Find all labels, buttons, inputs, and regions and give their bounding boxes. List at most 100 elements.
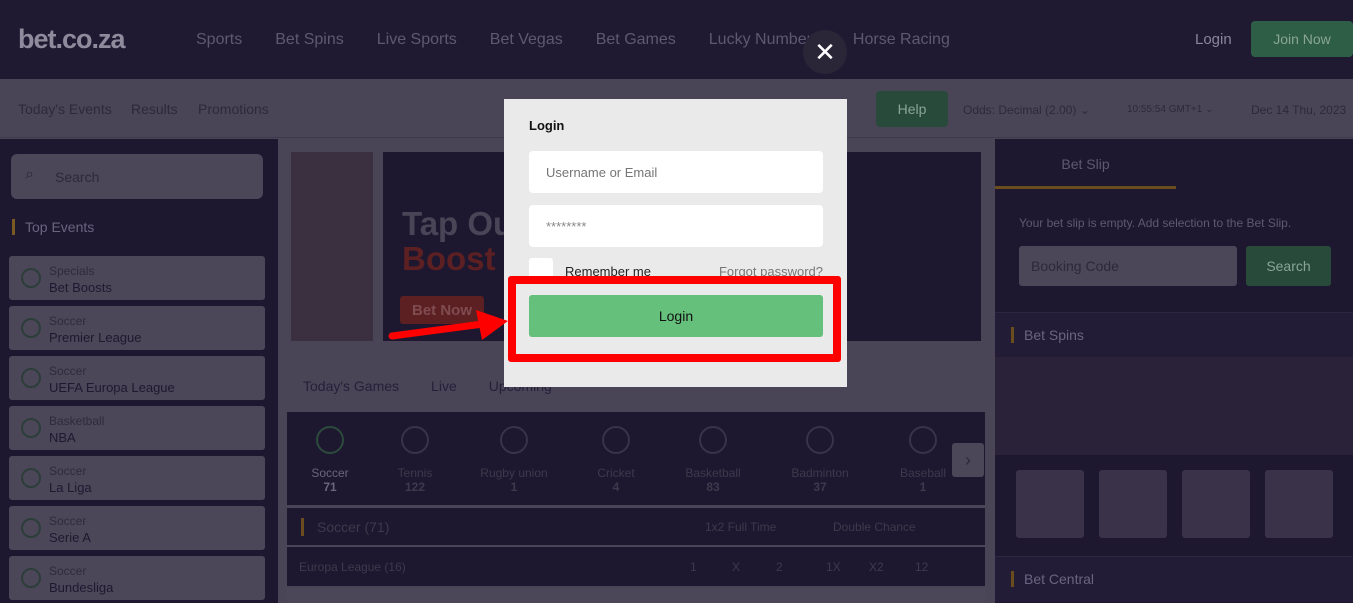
market-double-chance: Double Chance bbox=[833, 520, 916, 534]
booking-search-button[interactable]: Search bbox=[1246, 246, 1331, 286]
item-name: UEFA Europa League bbox=[49, 380, 175, 395]
banner-subtitle: Boost bbox=[402, 240, 496, 277]
game-tile[interactable] bbox=[1016, 470, 1084, 538]
sports-carousel: Soccer 71 Tennis 122 Rugby union 1 Cricket 4… bbox=[287, 412, 985, 505]
bet-central-section: Bet Central bbox=[995, 556, 1353, 602]
sidebar-item[interactable]: Specials Bet Boosts bbox=[9, 256, 265, 300]
item-category: Basketball bbox=[49, 414, 105, 428]
banner-soccer-player[interactable] bbox=[291, 152, 373, 341]
specials-icon bbox=[21, 268, 41, 288]
top-events-heading: Top Events bbox=[12, 219, 94, 235]
sidebar-item[interactable]: Soccer UEFA Europa League bbox=[9, 356, 265, 400]
market-1x2: 1x2 Full Time bbox=[705, 520, 777, 534]
item-category: Soccer bbox=[49, 364, 87, 378]
bet-spins-banner[interactable] bbox=[995, 357, 1353, 455]
bet-spins-section: Bet Spins bbox=[995, 312, 1353, 358]
soccer-icon bbox=[21, 468, 41, 488]
item-name: La Liga bbox=[49, 480, 92, 495]
soccer-icon bbox=[21, 518, 41, 538]
nav-sports[interactable]: Sports bbox=[196, 31, 242, 49]
game-tile[interactable] bbox=[1182, 470, 1250, 538]
sidebar-item[interactable]: Basketball NBA bbox=[9, 406, 265, 450]
sport-cricket[interactable]: Cricket 4 bbox=[571, 426, 661, 494]
bet-central-heading: Bet Central bbox=[1011, 571, 1094, 587]
chevron-right-icon[interactable]: › bbox=[952, 443, 984, 477]
header: bet.co.za Sports Bet Spins Live Sports B… bbox=[0, 0, 1353, 79]
header-login-link[interactable]: Login bbox=[1195, 31, 1232, 48]
item-name: Serie A bbox=[49, 530, 91, 545]
item-category: Soccer bbox=[49, 464, 87, 478]
item-category: Soccer bbox=[49, 564, 87, 578]
item-category: Soccer bbox=[49, 514, 87, 528]
col-header: X bbox=[732, 560, 741, 574]
col-header: 1X bbox=[826, 560, 841, 574]
item-category: Specials bbox=[49, 264, 95, 278]
sidebar-item[interactable]: Soccer Premier League bbox=[9, 306, 265, 350]
odds-select[interactable]: Odds: Decimal (2.00) ⌄ bbox=[963, 103, 1090, 117]
banner-title: Tap Ou bbox=[402, 205, 514, 242]
sport-rugby[interactable]: Rugby union 1 bbox=[469, 426, 559, 494]
sport-soccer[interactable]: Soccer 71 bbox=[285, 426, 375, 494]
nav-horse-racing[interactable]: Horse Racing bbox=[853, 31, 950, 49]
promotions-link[interactable]: Promotions bbox=[198, 101, 269, 117]
booking-code-input[interactable]: Booking Code bbox=[1019, 246, 1237, 286]
soccer-section-header: Soccer (71) 1x2 Full Time Double Chance bbox=[287, 508, 985, 545]
sport-badminton[interactable]: Badminton 37 bbox=[775, 426, 865, 494]
todays-events-link[interactable]: Today's Events bbox=[18, 101, 112, 117]
bet-spins-heading: Bet Spins bbox=[1011, 327, 1084, 343]
section-title: Soccer (71) bbox=[317, 519, 390, 535]
sport-tennis[interactable]: Tennis 122 bbox=[370, 426, 460, 494]
bet-slip-empty-text: Your bet slip is empty. Add selection to… bbox=[1019, 216, 1292, 230]
game-tile[interactable] bbox=[1099, 470, 1167, 538]
game-tile[interactable] bbox=[1265, 470, 1333, 538]
close-icon[interactable]: ✕ bbox=[803, 30, 847, 74]
sport-basketball[interactable]: Basketball 83 bbox=[668, 426, 758, 494]
login-button[interactable]: Login bbox=[529, 295, 823, 337]
username-input[interactable] bbox=[529, 151, 823, 193]
join-now-button[interactable]: Join Now bbox=[1251, 21, 1353, 57]
search-icon: ⌕ bbox=[25, 166, 34, 183]
results-link[interactable]: Results bbox=[131, 101, 178, 117]
search-input[interactable]: ⌕ Search bbox=[11, 154, 263, 199]
nav-bet-vegas[interactable]: Bet Vegas bbox=[490, 31, 563, 49]
baseball-icon bbox=[909, 426, 937, 454]
date-display: Dec 14 Thu, 2023 bbox=[1251, 103, 1347, 117]
password-input[interactable] bbox=[529, 205, 823, 247]
soccer-ball-icon bbox=[316, 426, 344, 454]
tab-todays-games[interactable]: Today's Games bbox=[287, 372, 416, 415]
col-header: X2 bbox=[869, 560, 884, 574]
item-name: NBA bbox=[49, 430, 76, 445]
shuttlecock-icon bbox=[806, 426, 834, 454]
logo[interactable]: bet.co.za bbox=[18, 24, 126, 55]
item-category: Soccer bbox=[49, 314, 87, 328]
league-row[interactable]: Europa League (16) 1 X 2 1X X2 12 bbox=[287, 547, 985, 586]
basketball-icon bbox=[699, 426, 727, 454]
col-header: 12 bbox=[915, 560, 929, 574]
time-select[interactable]: 10:55:54 GMT+1 ⌄ bbox=[1127, 104, 1213, 115]
modal-title: Login bbox=[529, 118, 565, 133]
pointer-arrow-icon bbox=[388, 310, 508, 340]
nav-live-sports[interactable]: Live Sports bbox=[377, 31, 457, 49]
item-name: Premier League bbox=[49, 330, 142, 345]
nav-bet-spins[interactable]: Bet Spins bbox=[275, 31, 343, 49]
basketball-icon bbox=[21, 418, 41, 438]
soccer-icon bbox=[21, 318, 41, 338]
tab-live[interactable]: Live bbox=[415, 372, 473, 415]
item-name: Bet Boosts bbox=[49, 280, 112, 295]
main-nav: Sports Bet Spins Live Sports Bet Vegas B… bbox=[196, 31, 983, 49]
sidebar-item[interactable]: Soccer Bundesliga bbox=[9, 556, 265, 600]
help-button[interactable]: Help bbox=[876, 91, 948, 127]
sidebar-item[interactable]: Soccer Serie A bbox=[9, 506, 265, 550]
tab-bet-slip[interactable]: Bet Slip bbox=[995, 139, 1176, 189]
nav-bet-games[interactable]: Bet Games bbox=[596, 31, 676, 49]
soccer-icon bbox=[21, 368, 41, 388]
col-header: 1 bbox=[690, 560, 697, 574]
soccer-icon bbox=[21, 568, 41, 588]
cricket-ball-icon bbox=[602, 426, 630, 454]
sidebar-item[interactable]: Soccer La Liga bbox=[9, 456, 265, 500]
col-header: 2 bbox=[776, 560, 783, 574]
rugby-ball-icon bbox=[500, 426, 528, 454]
league-name: Europa League (16) bbox=[299, 560, 406, 574]
match-row[interactable] bbox=[287, 588, 985, 603]
tennis-ball-icon bbox=[401, 426, 429, 454]
